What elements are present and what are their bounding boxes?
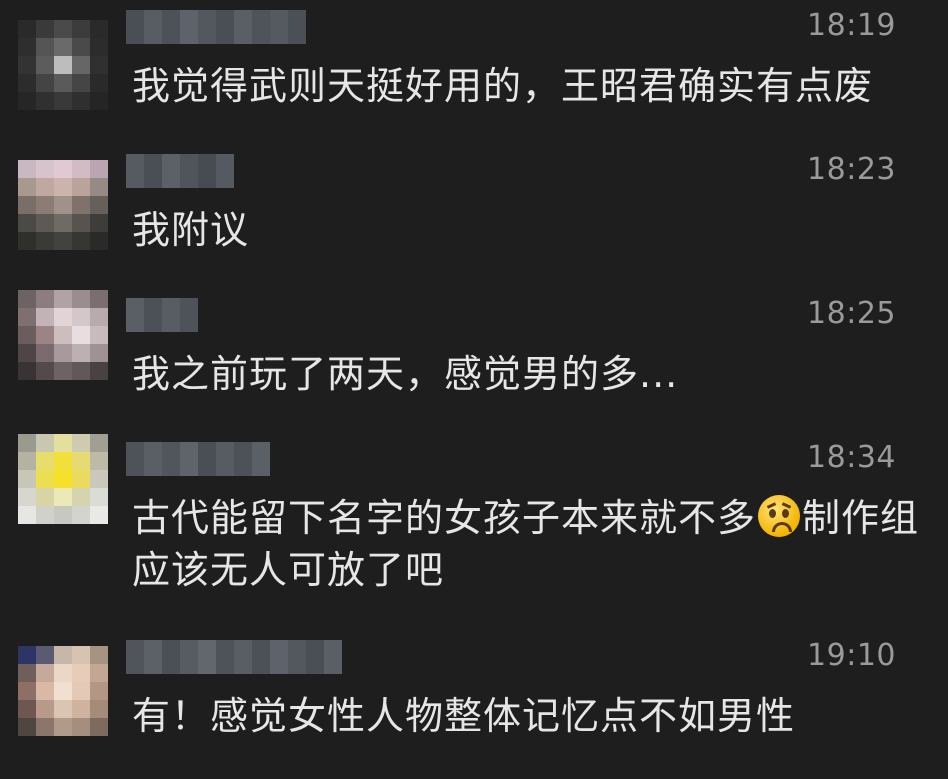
message-timestamp: 18:34 — [807, 440, 896, 475]
message-text: 有！感觉女性人物整体记忆点不如男性 — [132, 694, 796, 738]
message-text: 古代能留下名字的女孩子本来就不多 制作组应该无人可放了吧 — [132, 495, 920, 592]
message-timestamp: 19:10 — [807, 638, 896, 673]
message-text: 我觉得武则天挺好用的，王昭君确实有点废 — [132, 64, 874, 108]
message-text: 我之前玩了两天，感觉男的多... — [132, 352, 679, 396]
message-timestamp: 18:19 — [807, 8, 896, 43]
sender-name-blurred — [126, 154, 234, 188]
chat-message[interactable]: 18:34 古代能留下名字的女孩子本来就不多 制作组应该无人可放了吧 — [0, 434, 948, 620]
sender-name-blurred — [126, 10, 306, 44]
chat-message[interactable]: 19:10 有！感觉女性人物整体记忆点不如男性 — [0, 638, 948, 768]
chat-message[interactable]: 18:23 我附议 — [0, 152, 948, 282]
sender-name-blurred — [126, 640, 342, 674]
sender-name-blurred — [126, 442, 270, 476]
sender-name-blurred — [126, 298, 198, 332]
message-timestamp: 18:23 — [807, 152, 896, 187]
message-text: 我附议 — [132, 208, 250, 252]
chat-message[interactable]: 18:25 我之前玩了两天，感觉男的多... — [0, 290, 948, 426]
avatar[interactable] — [18, 160, 108, 250]
avatar[interactable] — [18, 434, 108, 524]
message-timestamp: 18:25 — [807, 296, 896, 331]
avatar[interactable] — [18, 646, 108, 736]
chat-message-list: 18:19 我觉得武则天挺好用的，王昭君确实有点废 18:23 我附议 18:2 — [0, 0, 948, 779]
chat-message[interactable]: 18:19 我觉得武则天挺好用的，王昭君确实有点废 — [0, 8, 948, 138]
avatar[interactable] — [18, 20, 108, 110]
worried-face-icon — [758, 495, 801, 537]
avatar[interactable] — [18, 290, 108, 380]
